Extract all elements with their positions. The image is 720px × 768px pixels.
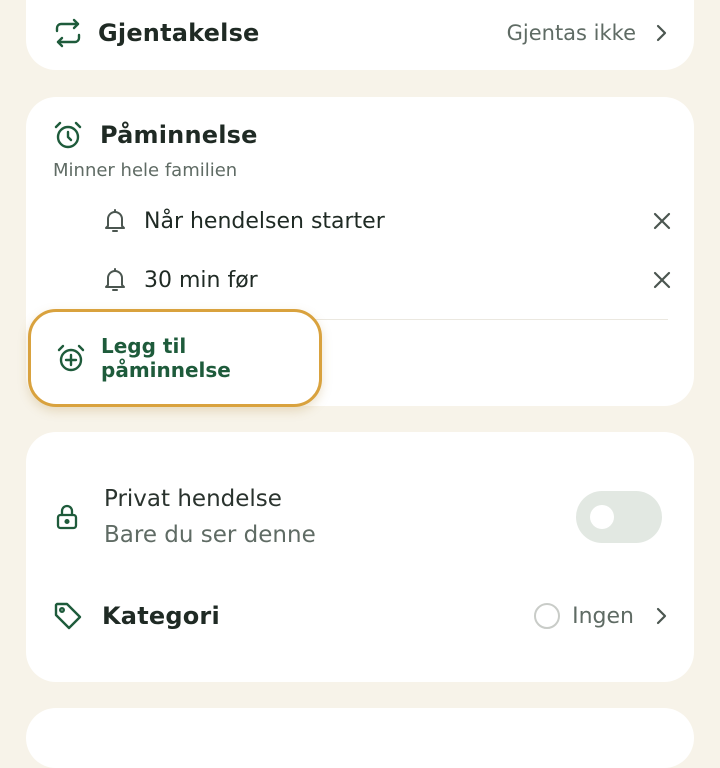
add-reminder-label: Legg til påminnelse: [101, 334, 231, 382]
category-row[interactable]: Kategori Ingen: [52, 596, 668, 636]
lock-icon: [52, 502, 82, 532]
private-event-toggle[interactable]: [576, 491, 662, 543]
reminder-item: 30 min før: [102, 260, 672, 300]
repeat-row[interactable]: Gjentakelse Gjentas ikke: [52, 15, 668, 51]
private-event-row[interactable]: Privat hendelse Bare du ser denne: [52, 484, 662, 550]
close-icon[interactable]: [652, 211, 672, 231]
reminder-item-label: 30 min før: [144, 267, 258, 293]
next-card: [26, 708, 694, 768]
repeat-label: Gjentakelse: [98, 19, 260, 47]
reminder-card: Påminnelse Minner hele familien Når hend…: [26, 97, 694, 407]
toggle-knob: [590, 505, 614, 529]
reminder-subtitle: Minner hele familien: [53, 160, 238, 181]
alarm-clock-icon: [52, 119, 84, 151]
alarm-add-icon: [55, 342, 87, 374]
repeat-card: Gjentakelse Gjentas ikke: [26, 0, 694, 70]
reminder-item-label: Når hendelsen starter: [144, 208, 385, 234]
private-event-subtitle: Bare du ser denne: [104, 522, 316, 548]
category-label: Kategori: [102, 602, 220, 630]
add-reminder-button[interactable]: Legg til påminnelse: [28, 309, 322, 407]
reminder-item: Når hendelsen starter: [102, 201, 672, 241]
bell-icon: [102, 267, 128, 293]
reminder-header: Påminnelse: [52, 119, 258, 151]
category-value: Ingen: [572, 603, 634, 629]
chevron-right-icon: [654, 23, 668, 43]
category-color-swatch: [534, 603, 561, 629]
chevron-right-icon: [654, 606, 668, 626]
repeat-icon: [52, 17, 84, 49]
bell-icon: [102, 208, 128, 234]
close-icon[interactable]: [652, 270, 672, 290]
tag-icon: [52, 600, 84, 632]
reminder-title: Påminnelse: [100, 121, 258, 149]
repeat-value: Gjentas ikke: [506, 21, 636, 45]
private-event-title: Privat hendelse: [104, 486, 282, 512]
settings-card: Privat hendelse Bare du ser denne Katego…: [26, 432, 694, 682]
